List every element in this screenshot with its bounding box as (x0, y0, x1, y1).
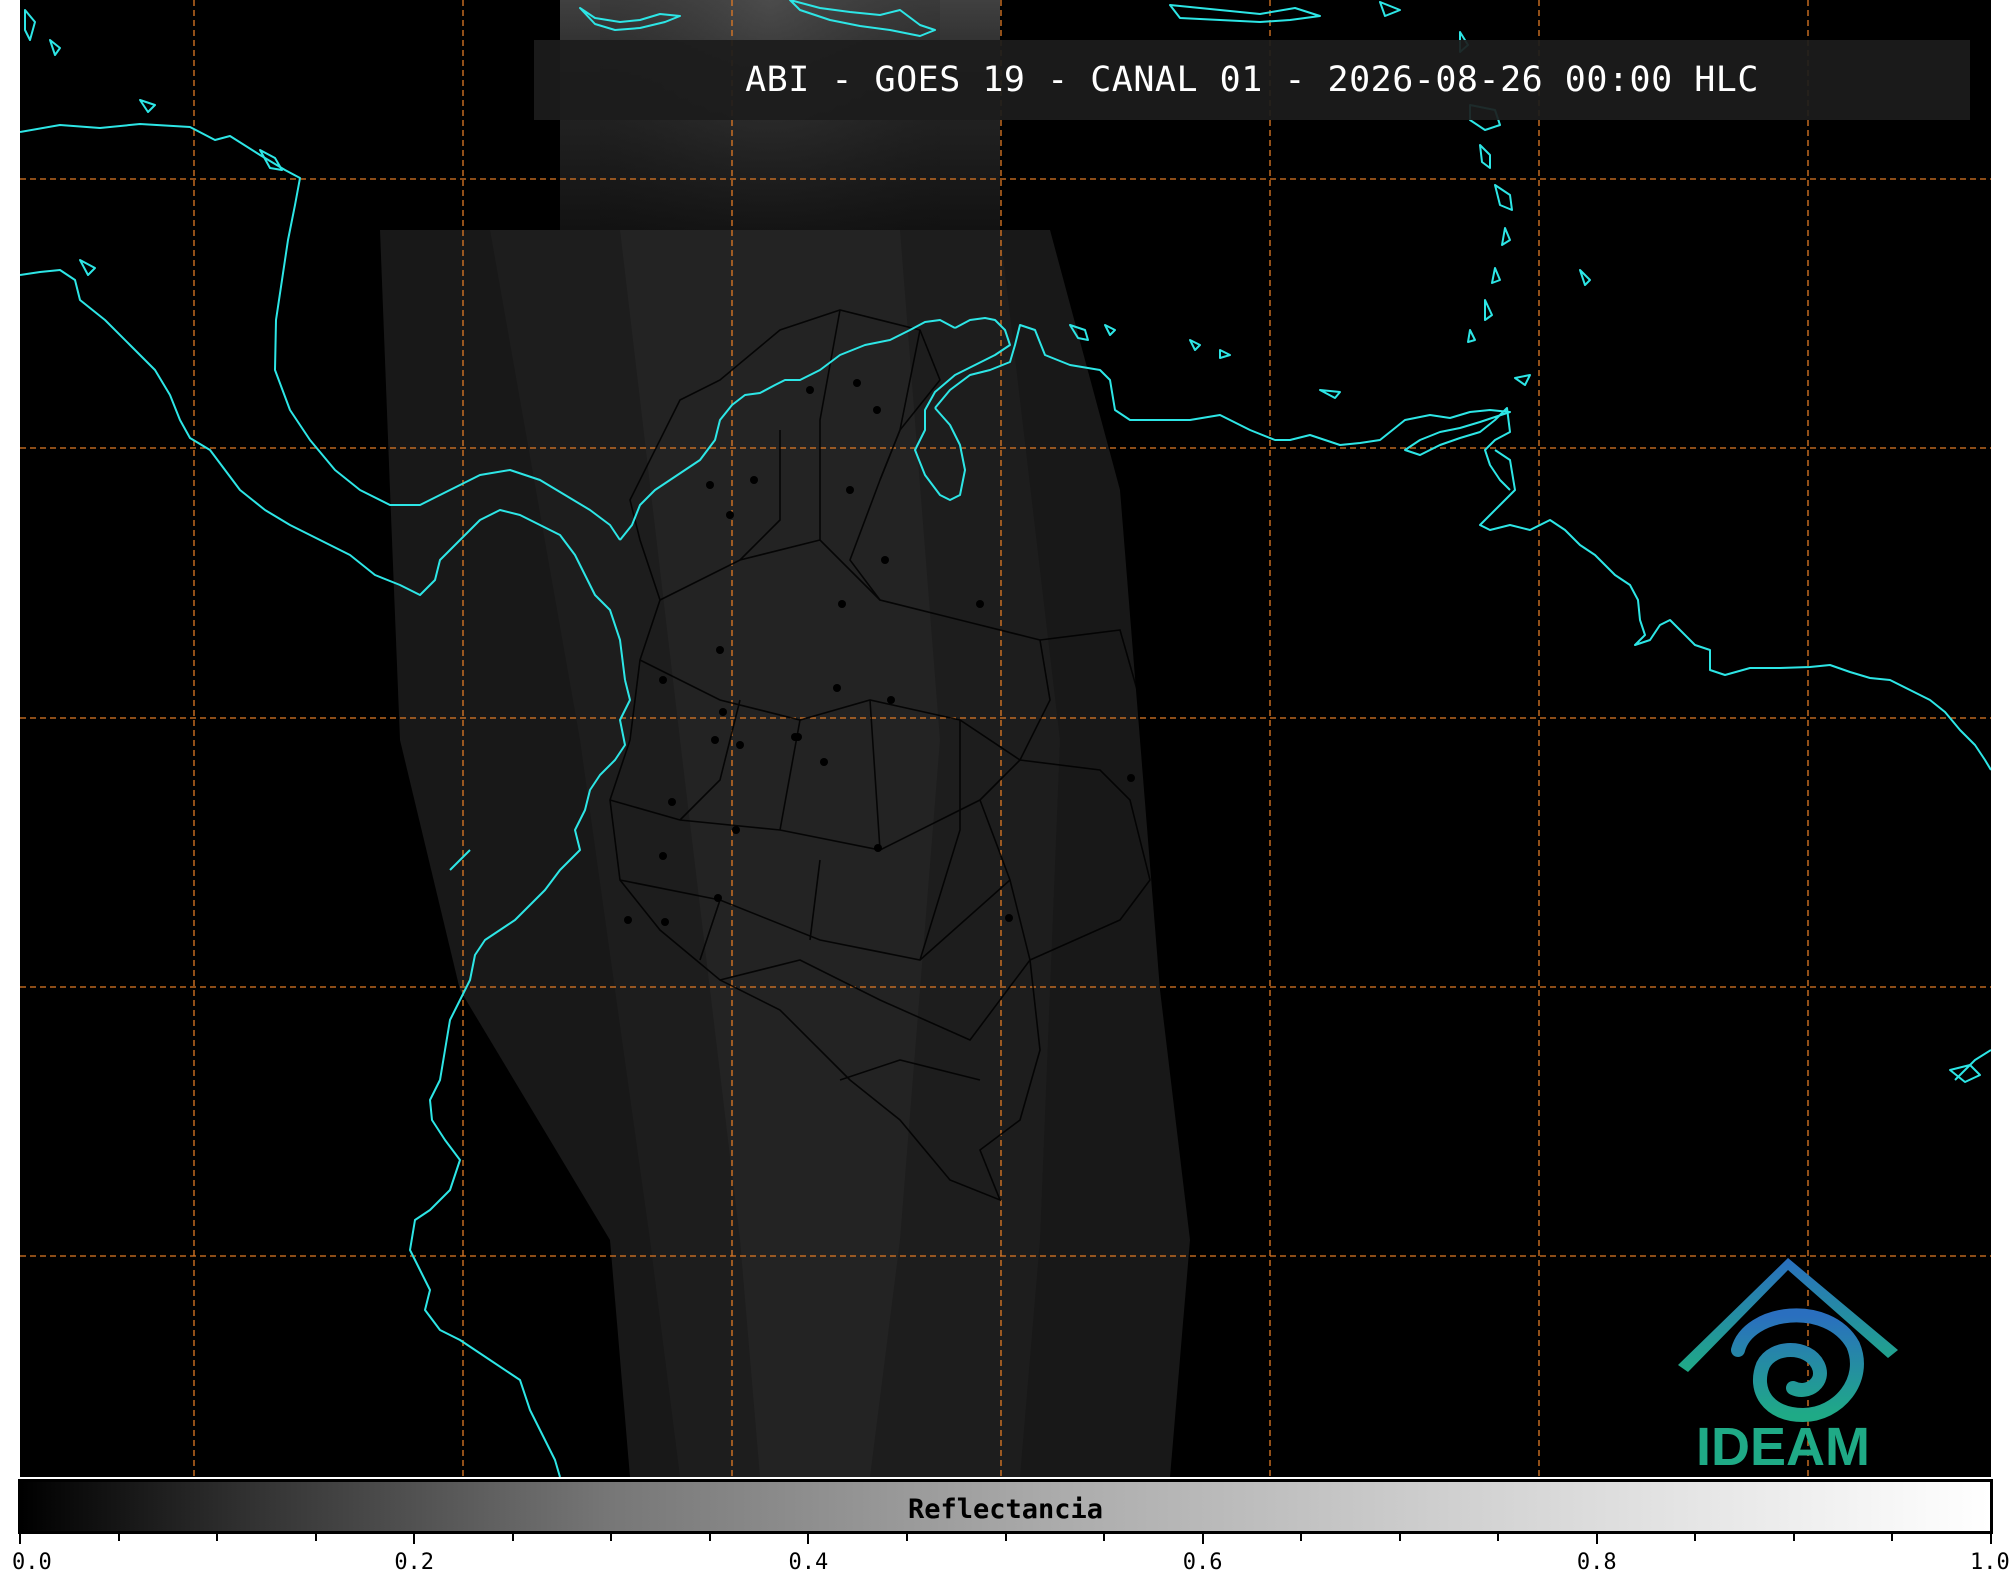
ideam-logo: IDEAM (1668, 1250, 1898, 1477)
colorbar-tick (117, 1534, 120, 1541)
colorbar-tick (413, 1534, 416, 1544)
colorbar-tick-label: 0.4 (788, 1550, 829, 1575)
ideam-logo-icon: IDEAM (1678, 1258, 1898, 1477)
colorbar-tick (1497, 1534, 1500, 1541)
title-box: ABI - GOES 19 - CANAL 01 - 2026-08-26 00… (534, 40, 1970, 120)
colorbar-tick (905, 1534, 908, 1541)
colorbar-tick (1694, 1534, 1697, 1541)
colorbar-tick (1595, 1534, 1598, 1544)
colorbar-tick (19, 1534, 21, 1544)
colorbar: Reflectancia (18, 1479, 1993, 1534)
colorbar-tick-label: 0.0 (12, 1550, 52, 1575)
colorbar-tick (610, 1534, 613, 1541)
map-title: ABI - GOES 19 - CANAL 01 - 2026-08-26 00… (745, 60, 1759, 100)
colorbar-tick (511, 1534, 514, 1541)
colorbar-tick (1891, 1534, 1894, 1541)
colorbar-tick-label: 0.8 (1576, 1550, 1617, 1575)
colorbar-tick (1004, 1534, 1007, 1541)
colorbar-tick-label: 0.2 (394, 1550, 435, 1575)
colorbar-tick (807, 1534, 810, 1544)
colorbar-tick (314, 1534, 317, 1541)
colorbar-tick (1398, 1534, 1401, 1541)
colorbar-tick (1300, 1534, 1303, 1541)
colorbar-tick (216, 1534, 219, 1541)
ideam-logo-text: IDEAM (1696, 1417, 1870, 1470)
colorbar-tick (1201, 1534, 1204, 1544)
colorbar-label: Reflectancia (907, 1494, 1104, 1525)
colorbar-tick-label: 0.6 (1182, 1550, 1223, 1575)
colorbar-tick (1103, 1534, 1106, 1541)
colorbar-tick-label: 1.0 (1970, 1550, 2010, 1575)
colorbar-tick (1990, 1534, 1992, 1544)
satellite-map[interactable]: ABI - GOES 19 - CANAL 01 - 2026-08-26 00… (20, 0, 1991, 1477)
colorbar-tick (708, 1534, 711, 1541)
colorbar-tick (1792, 1534, 1795, 1541)
